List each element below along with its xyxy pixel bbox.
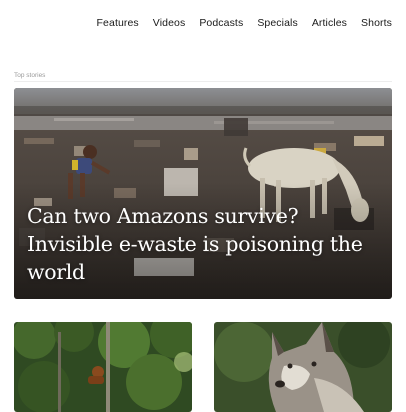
section-divider (14, 81, 392, 82)
story-card-wolf[interactable] (214, 322, 392, 412)
story-card-jungle[interactable] (14, 322, 192, 412)
nav-item-podcasts[interactable]: Podcasts (199, 17, 243, 29)
story-image-jungle (14, 322, 192, 412)
nav-item-articles[interactable]: Articles (312, 17, 347, 29)
hero-story-card[interactable]: Can two Amazons survive? Invisible e-was… (14, 88, 392, 299)
nav-item-specials[interactable]: Specials (257, 17, 298, 29)
nav-item-videos[interactable]: Videos (153, 17, 186, 29)
section-label: Top stories (14, 72, 46, 79)
nav-item-features[interactable]: Features (97, 17, 139, 29)
nav-item-shorts[interactable]: Shorts (361, 17, 392, 29)
story-image-wolf (214, 322, 392, 412)
top-navigation: Features Videos Podcasts Specials Articl… (97, 17, 392, 29)
hero-headline[interactable]: Can two Amazons survive? Invisible e-was… (27, 202, 380, 286)
